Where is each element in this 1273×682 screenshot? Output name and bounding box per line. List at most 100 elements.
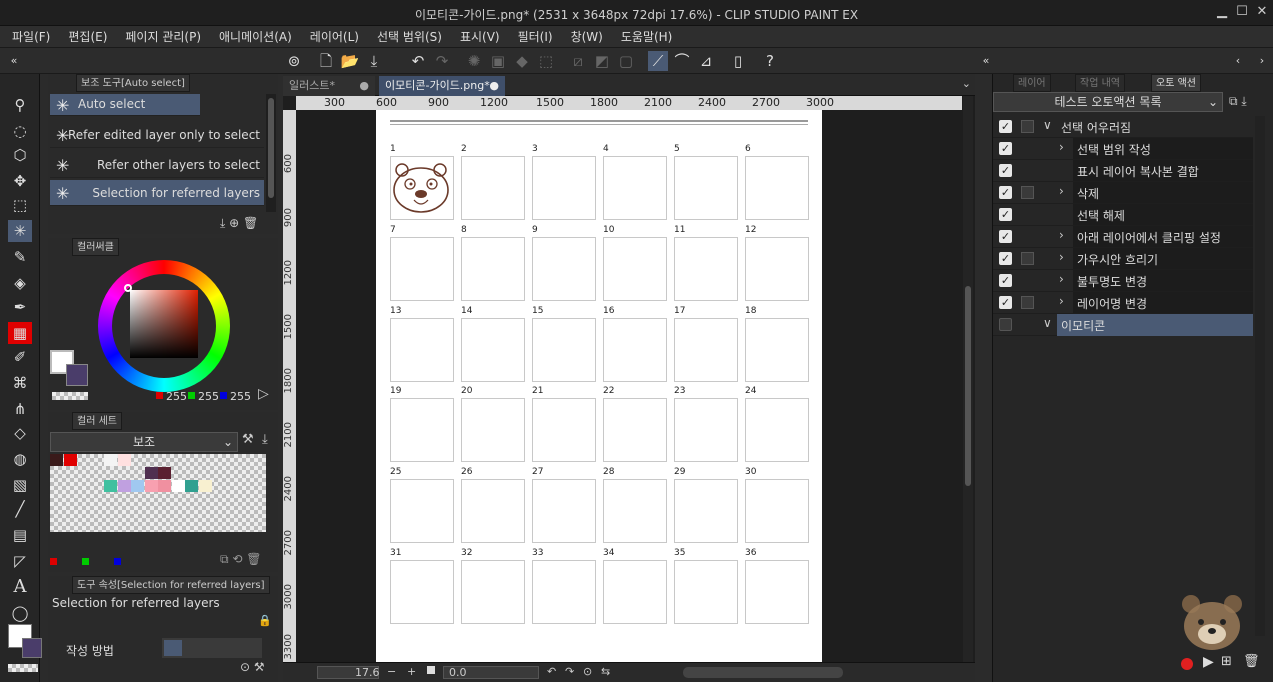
enable-checkbox[interactable]: ✓ (999, 120, 1012, 133)
enable-checkbox[interactable]: ✓ (999, 208, 1012, 221)
color-set-dropdown[interactable]: 보조 ⌄ (50, 432, 238, 452)
open-file-icon[interactable]: 📂 (340, 51, 360, 71)
color-set-grid[interactable] (50, 454, 266, 532)
color-swatch[interactable] (131, 480, 144, 492)
menu-edit[interactable]: 편집(E) (68, 28, 107, 45)
line-tool-icon[interactable]: ╱ (8, 498, 32, 520)
chevron-right-icon[interactable]: › (1059, 184, 1064, 198)
menu-animation[interactable]: 애니메이션(A) (219, 28, 292, 45)
color-swatch[interactable] (104, 454, 117, 466)
sub-tool-scrollbar[interactable] (266, 94, 276, 212)
dialog-toggle-checkbox[interactable] (1021, 296, 1034, 309)
sub-color-swatch[interactable] (22, 638, 42, 658)
chevron-right-icon[interactable]: › (1059, 228, 1064, 242)
color-swatch[interactable] (144, 480, 158, 492)
wrench-icon[interactable]: ⚒ (242, 432, 254, 447)
rotate-left-icon[interactable]: ↶ (547, 665, 556, 678)
tab-list-chevron-icon[interactable]: ⌄ (962, 77, 971, 90)
auto-action-row[interactable]: ✓ › 레이어명 변경 (993, 292, 1253, 314)
deselect-icon[interactable]: ⧄ (568, 51, 588, 71)
move-tool-icon[interactable]: ✥ (8, 170, 32, 192)
reset-rotation-icon[interactable]: ⊙ (583, 665, 592, 678)
sub-tool-tab[interactable]: 보조 도구[Auto select] (76, 74, 190, 92)
sub-tool-item[interactable]: ✳ Refer edited layer only to select (50, 122, 264, 148)
menu-selection[interactable]: 선택 범위(S) (377, 28, 442, 45)
auto-action-set-dropdown[interactable]: 테스트 오토액션 목록 ⌄ (993, 92, 1223, 112)
transparent-chip[interactable] (52, 392, 88, 400)
menu-view[interactable]: 표시(V) (460, 28, 500, 45)
ruler-tool-icon[interactable]: ◸ (8, 550, 32, 572)
auto-action-menu-icons[interactable]: ⧉ ⤓ (1229, 94, 1247, 109)
tab-illustration[interactable]: 일러스트* ● (283, 76, 375, 96)
snap-special-ruler-icon[interactable]: ⌒ (672, 51, 692, 71)
fill-bucket-icon[interactable]: ◆ (512, 51, 532, 71)
method-buttons[interactable] (162, 638, 262, 658)
tab-layer[interactable]: 레이어 (1013, 74, 1051, 92)
menu-window[interactable]: 창(W) (571, 28, 603, 45)
help-icon[interactable]: ? (760, 51, 780, 71)
canvas-scrollbar-horizontal[interactable] (683, 667, 843, 678)
close-tab-icon[interactable]: ● (359, 76, 369, 96)
transform-icon[interactable]: ⬚ (536, 51, 556, 71)
chevron-right-icon[interactable]: › (1059, 294, 1064, 308)
auto-action-row[interactable]: ✓ › 불투명도 변경 (993, 270, 1253, 292)
close-tab-icon[interactable]: ● (489, 76, 499, 96)
menu-file[interactable]: 파일(F) (12, 28, 50, 45)
chevron-down-icon[interactable]: ∨ (1043, 316, 1052, 330)
auto-action-row[interactable]: ∨ 이모티콘 (993, 314, 1253, 336)
clip-studio-icon[interactable]: ⊚ (284, 51, 304, 71)
invert-selection-icon[interactable]: ◩ (592, 51, 612, 71)
lock-icon[interactable]: 🔒 (258, 614, 272, 627)
enable-checkbox[interactable] (999, 318, 1012, 331)
color-swatch[interactable] (63, 454, 77, 466)
tab-emoticon-guide[interactable]: 이모티콘-가이드.png* ● (379, 76, 505, 96)
enable-checkbox[interactable]: ✓ (999, 230, 1012, 243)
auto-action-row[interactable]: ✓ ∨ 선택 어우러짐 (993, 116, 1253, 138)
airbrush-tool-icon[interactable]: ⌘ (8, 372, 32, 394)
auto-action-row[interactable]: ✓ › 아래 레이어에서 클리핑 설정 (993, 226, 1253, 248)
maximize-button[interactable]: ☐ (1232, 4, 1252, 19)
fill-icon[interactable]: ▣ (488, 51, 508, 71)
color-swatch[interactable] (117, 480, 131, 492)
balloon-tool-icon[interactable]: ◯ (8, 602, 32, 624)
dialog-toggle-checkbox[interactable] (1021, 252, 1034, 265)
flip-icon[interactable]: ⇆ (601, 665, 610, 678)
rotate-right-icon[interactable]: ↷ (565, 665, 574, 678)
snap-grid-icon[interactable]: ⊿ (696, 51, 716, 71)
sub-tool-header[interactable]: ✳ Auto select (50, 94, 200, 116)
panel-next-icon[interactable]: › (1252, 51, 1272, 71)
brush-tool-icon[interactable]: ▦ (8, 322, 32, 344)
enable-checkbox[interactable]: ✓ (999, 186, 1012, 199)
enable-checkbox[interactable]: ✓ (999, 296, 1012, 309)
auto-action-scrollbar[interactable] (1255, 116, 1265, 636)
chevron-right-icon[interactable]: › (1059, 140, 1064, 154)
save-icon[interactable]: ⤓ (364, 51, 384, 71)
panel-prev-icon[interactable]: ‹ (1228, 51, 1248, 71)
saturation-value-square[interactable] (130, 290, 198, 358)
redo-icon[interactable]: ↷ (432, 51, 452, 71)
record-button[interactable] (1181, 658, 1193, 670)
clear-icon[interactable]: ✺ (464, 51, 484, 71)
color-swatch[interactable] (198, 480, 212, 492)
selection-tool-icon[interactable]: ⬚ (8, 194, 32, 216)
canvas-page[interactable]: 1 2 3 4 5 6 7 8 9 10 11 12 13 14 15 16 17 18 19 20 21 22 23 24 2… (376, 110, 822, 662)
enable-checkbox[interactable]: ✓ (999, 252, 1012, 265)
enable-checkbox[interactable]: ✓ (999, 164, 1012, 177)
eyedropper-tool-icon[interactable]: ✎ (8, 246, 32, 268)
add-action-icon[interactable]: ⊞ (1221, 654, 1232, 669)
chevron-down-icon[interactable]: ∨ (1043, 118, 1052, 132)
auto-action-row[interactable]: ✓ 표시 레이어 복사본 결합 (993, 160, 1253, 182)
method-new-icon[interactable] (164, 640, 182, 656)
tool-property-tab[interactable]: 도구 속성[Selection for referred layers] (72, 576, 270, 594)
dialog-toggle-checkbox[interactable] (1021, 120, 1034, 133)
delete-icon[interactable]: 🗑 (1243, 654, 1260, 669)
zoom-out-icon[interactable]: − (387, 665, 396, 678)
tool-property-footer-icons[interactable]: ⊙ ⚒ (240, 660, 265, 674)
snap-ruler-icon[interactable]: ⟋ (648, 51, 668, 71)
tab-history[interactable]: 작업 내역 (1075, 74, 1125, 92)
blend-tool-icon[interactable]: ◍ (8, 448, 32, 470)
auto-action-row[interactable]: ✓ › 삭제 (993, 182, 1253, 204)
import-icon[interactable]: ⤓ (262, 432, 268, 447)
color-swatch[interactable] (185, 480, 198, 492)
menu-help[interactable]: 도움말(H) (621, 28, 673, 45)
